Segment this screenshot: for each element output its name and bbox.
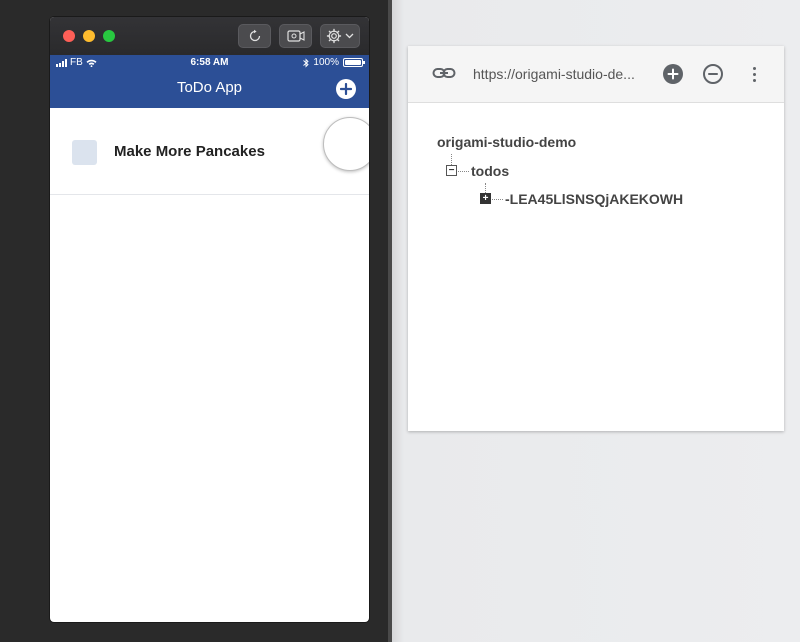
tree-node-todo-key[interactable]: -LEA45LlSNSQjAKEKOWH <box>505 191 683 207</box>
battery-group: 100% <box>303 57 365 68</box>
gear-icon <box>326 28 342 44</box>
reload-icon <box>249 29 260 42</box>
database-toolbar: https://origami-studio-de... <box>408 46 784 103</box>
battery-level <box>345 60 361 65</box>
add-child-button[interactable] <box>663 64 683 84</box>
tree-root-node[interactable]: origami-studio-demo <box>437 134 576 150</box>
app-navbar: ToDo App <box>50 70 369 108</box>
battery-icon <box>343 58 365 67</box>
firebase-database-panel: https://origami-studio-de... origami-stu… <box>408 46 784 431</box>
app-title: ToDo App <box>176 79 243 96</box>
plus-icon <box>340 83 352 95</box>
tree-node-todos[interactable]: todos <box>471 163 509 179</box>
record-icon <box>286 30 305 42</box>
battery-percent: 100% <box>313 57 339 68</box>
plus-circle-icon <box>667 68 679 80</box>
simulator-window: FB 6:58 AM 100% ToDo App Make More Panca… <box>50 17 369 622</box>
reload-button[interactable] <box>238 24 271 48</box>
record-button[interactable] <box>279 24 312 48</box>
tree-connector <box>485 183 486 193</box>
close-window-button[interactable] <box>63 30 75 42</box>
simulator-titlebar <box>50 17 369 55</box>
touch-indicator <box>323 117 369 171</box>
chevron-down-icon <box>345 33 354 39</box>
todo-text: Make More Pancakes <box>114 143 265 160</box>
database-url[interactable]: https://origami-studio-de... <box>473 66 635 82</box>
tree-connector <box>492 199 503 200</box>
settings-button[interactable] <box>320 24 360 48</box>
bluetooth-icon <box>303 57 310 68</box>
ios-status-bar: FB 6:58 AM 100% <box>50 55 369 70</box>
tree-connector <box>451 154 452 165</box>
collapse-toggle-icon[interactable]: − <box>446 165 457 176</box>
link-icon[interactable] <box>432 65 456 81</box>
todo-checkbox[interactable] <box>72 140 97 165</box>
tree-connector <box>458 171 469 172</box>
minimize-window-button[interactable] <box>83 30 95 42</box>
zoom-window-button[interactable] <box>103 30 115 42</box>
remove-node-button[interactable] <box>703 64 723 84</box>
expand-toggle-icon[interactable]: + <box>480 193 491 204</box>
minus-circle-icon <box>708 73 718 75</box>
todo-item[interactable]: Make More Pancakes <box>50 108 369 195</box>
add-todo-button[interactable] <box>336 79 356 99</box>
more-vert-icon[interactable] <box>748 64 760 84</box>
